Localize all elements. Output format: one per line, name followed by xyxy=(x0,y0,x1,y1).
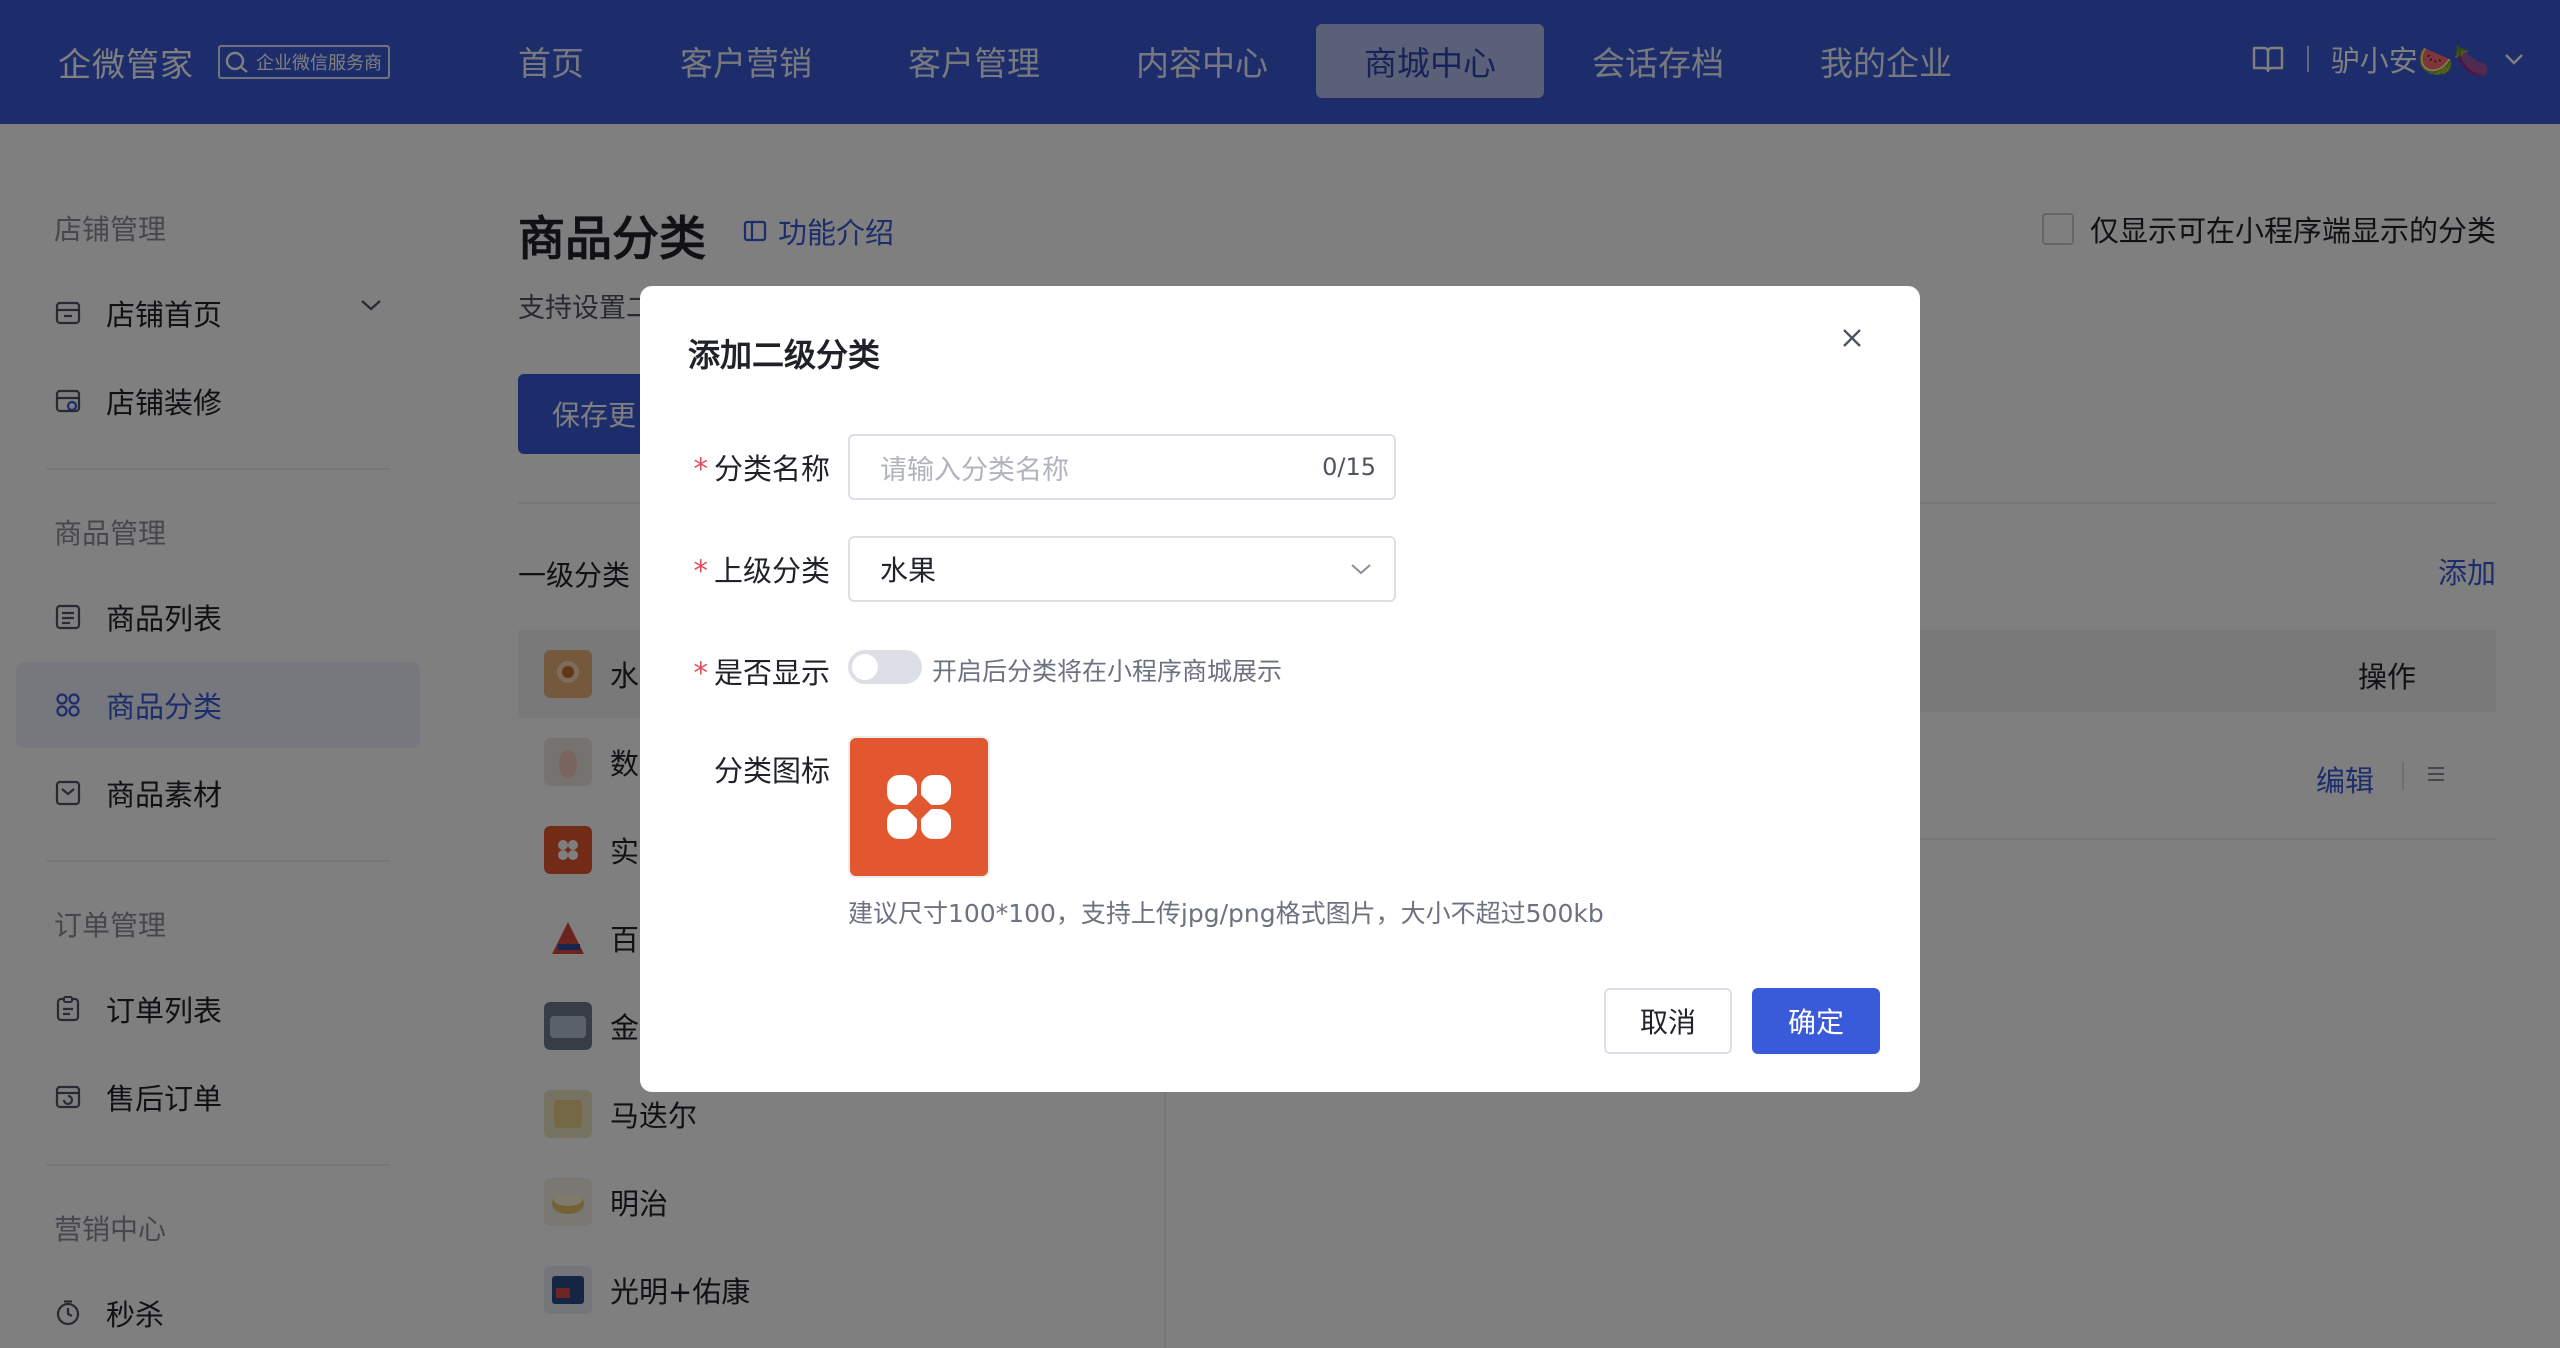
show-toggle-hint: 开启后分类将在小程序商城展示 xyxy=(932,657,1283,686)
input-placeholder: 请输入分类名称 xyxy=(880,454,1069,486)
parent-category-label: * 上级分类 xyxy=(640,548,830,590)
category-icon-label: 分类图标 xyxy=(713,754,830,788)
required-mark: * xyxy=(693,452,708,486)
add-subcategory-dialog: 添加二级分类 * 分类名称 请输入分类名称 0/15 * 上级分类 水果 * 是否显示… xyxy=(640,286,1920,1092)
required-mark: * xyxy=(693,656,708,690)
show-toggle-label: * 是否显示 xyxy=(640,650,830,692)
confirm-button[interactable]: 确定 xyxy=(1752,988,1880,1054)
show-toggle-switch[interactable] xyxy=(848,650,922,684)
upload-hint: 建议尺寸100*100，支持上传jpg/png格式图片，大小不超过500kb xyxy=(848,899,1604,928)
category-icon-upload[interactable] xyxy=(848,736,990,878)
label-text: 分类名称 xyxy=(713,452,830,486)
select-value: 水果 xyxy=(880,554,937,587)
category-name-label: * 分类名称 xyxy=(640,446,830,488)
char-counter: 0/15 xyxy=(1322,453,1376,481)
flower-icon xyxy=(887,775,951,839)
parent-category-select[interactable]: 水果 xyxy=(848,536,1396,602)
dialog-title: 添加二级分类 xyxy=(688,336,881,374)
switch-knob xyxy=(852,654,878,680)
category-name-input[interactable]: 请输入分类名称 0/15 xyxy=(848,434,1396,500)
label-text: 上级分类 xyxy=(713,554,830,588)
cancel-button[interactable]: 取消 xyxy=(1604,988,1732,1054)
label-text: 是否显示 xyxy=(713,656,830,690)
close-icon[interactable] xyxy=(1834,320,1870,356)
required-mark: * xyxy=(693,554,708,588)
chevron-down-icon xyxy=(1351,564,1371,575)
